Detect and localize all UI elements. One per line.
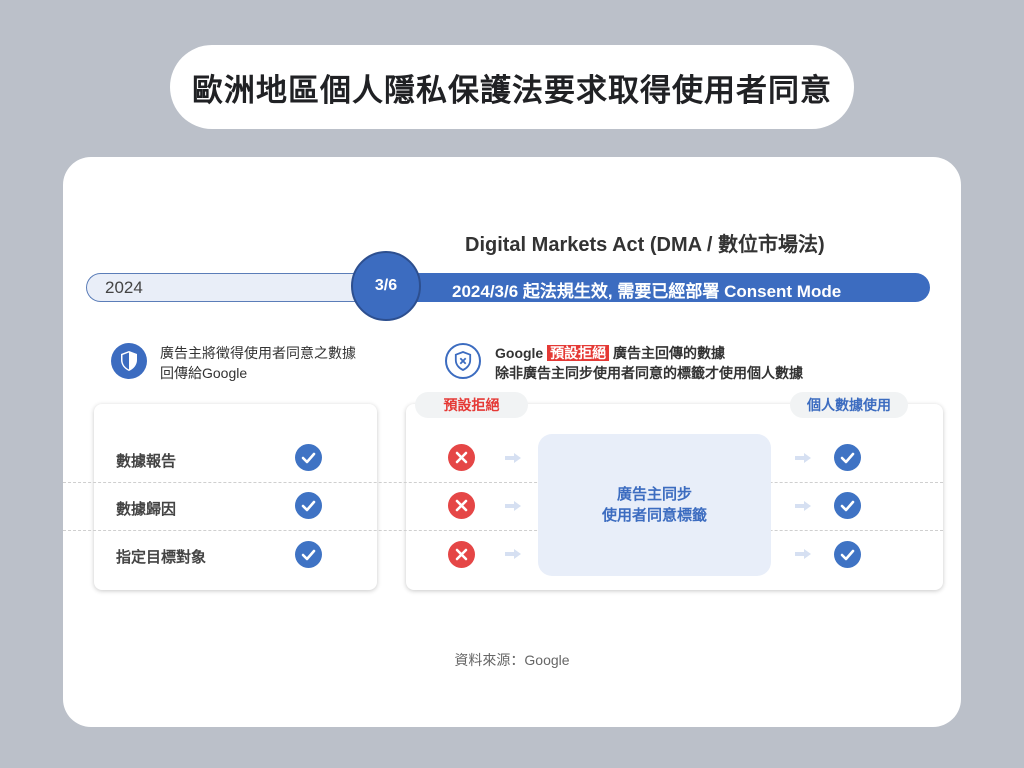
check-circle-icon: [295, 492, 322, 519]
check-circle-icon: [295, 541, 322, 568]
check-circle-icon: [834, 492, 861, 519]
timeline-date-marker: 3/6: [351, 251, 421, 321]
default-reject-chip: 預設拒絕: [415, 392, 528, 418]
row-divider: [63, 530, 943, 531]
timeline-effective-text: 2024/3/6 起法規生效, 需要已經部署 Consent Mode: [452, 282, 842, 301]
left-description: 廣告主將徵得使用者同意之數據 回傳給Google: [160, 343, 400, 383]
arrow-right-icon: [795, 453, 811, 463]
arrow-right-icon: [505, 453, 521, 463]
x-circle-icon: [448, 444, 475, 471]
right-description-line-1: Google 預設拒絕 廣告主回傳的數據: [495, 343, 803, 363]
check-circle-icon: [834, 444, 861, 471]
left-description-line-1: 廣告主將徵得使用者同意之數據: [160, 345, 356, 361]
row-divider: [63, 482, 943, 483]
right-description: Google 預設拒絕 廣告主回傳的數據 除非廣告主同步使用者同意的標籤才使用個…: [495, 343, 803, 383]
row-label-data-report: 數據報告: [116, 453, 177, 470]
sync-box-line-1: 廣告主同步: [616, 486, 692, 503]
timeline-after: 2024/3/6 起法規生效, 需要已經部署 Consent Mode: [400, 273, 930, 302]
dma-title: Digital Markets Act (DMA / 數位市場法): [465, 234, 825, 256]
source-citation: 資料來源：Google: [454, 652, 570, 668]
right-description-line-2: 除非廣告主同步使用者同意的標籤才使用個人數據: [495, 365, 803, 381]
arrow-right-icon: [505, 501, 521, 511]
shield-x-icon: [445, 343, 481, 379]
page-title: 歐洲地區個人隱私保護法要求取得使用者同意: [170, 45, 854, 129]
check-circle-icon: [834, 541, 861, 568]
x-circle-icon: [448, 492, 475, 519]
right-description-rest: 廣告主回傳的數據: [609, 345, 726, 361]
check-circle-icon: [295, 444, 322, 471]
default-reject-tag: 預設拒絕: [547, 345, 610, 361]
consent-sync-box: 廣告主同步 使用者同意標籤: [538, 434, 771, 576]
arrow-right-icon: [795, 501, 811, 511]
row-label-data-attribution: 數據歸因: [116, 501, 177, 518]
personal-data-use-chip: 個人數據使用: [790, 392, 908, 418]
timeline-year: 2024: [105, 278, 143, 297]
row-label-targeting: 指定目標對象: [116, 549, 207, 566]
arrow-right-icon: [795, 549, 811, 559]
arrow-right-icon: [505, 549, 521, 559]
right-description-prefix: Google: [495, 345, 548, 361]
shield-check-icon: [111, 343, 147, 379]
sync-box-line-2: 使用者同意標籤: [601, 507, 707, 524]
left-description-line-2: 回傳給Google: [160, 365, 248, 381]
x-circle-icon: [448, 541, 475, 568]
